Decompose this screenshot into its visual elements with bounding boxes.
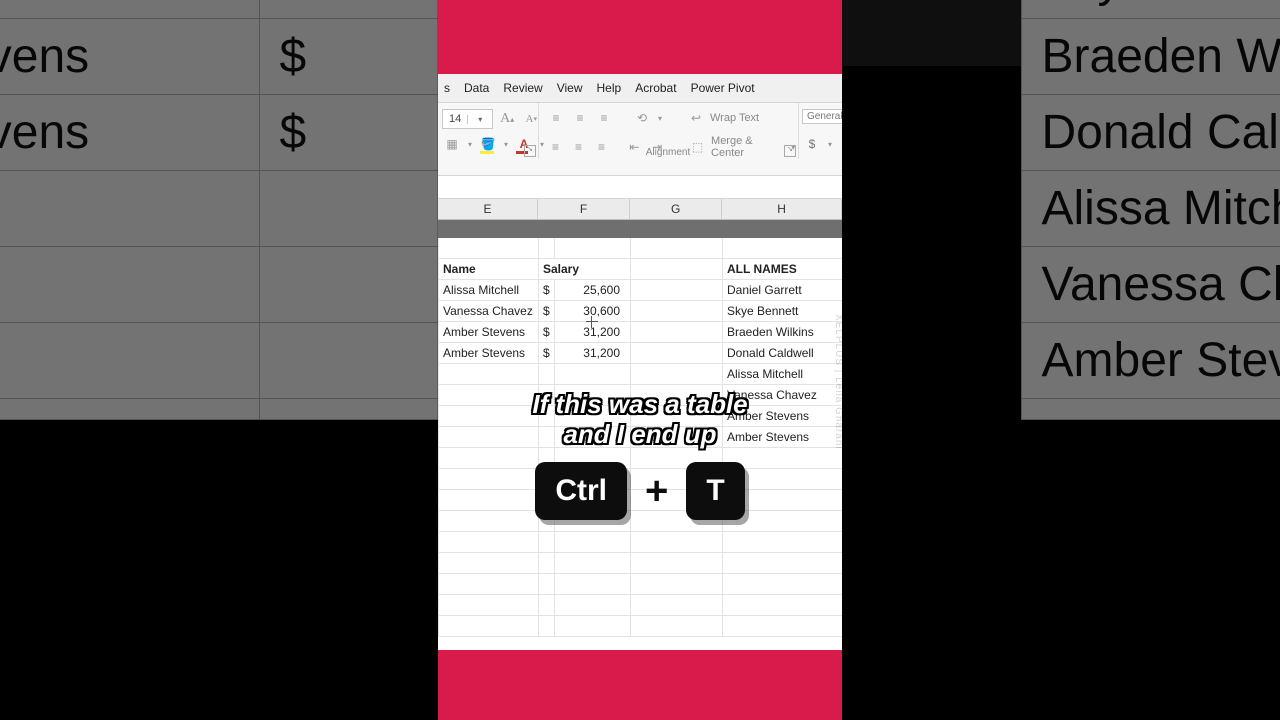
blank-row[interactable] bbox=[439, 532, 843, 553]
table-row[interactable]: Amber Stevens bbox=[439, 406, 843, 427]
cell-salary[interactable]: 31,200 bbox=[555, 322, 631, 343]
cell-allname[interactable]: Skye Bennett bbox=[723, 301, 843, 322]
spacer-row bbox=[439, 221, 843, 238]
blank-row[interactable] bbox=[439, 616, 843, 637]
tab-data[interactable]: Data bbox=[464, 81, 489, 95]
key-ctrl: Ctrl bbox=[535, 462, 627, 520]
cell-allname[interactable]: Braeden Wilkins bbox=[723, 322, 843, 343]
cell-salary[interactable]: 31,200 bbox=[555, 343, 631, 364]
align-middle-icon[interactable]: ≡ bbox=[570, 109, 590, 127]
alignment-group-label: Alignment bbox=[538, 147, 798, 158]
cell-name[interactable]: Vanessa Chavez bbox=[439, 301, 539, 322]
cell-head-name[interactable]: Name bbox=[439, 259, 539, 280]
table-row[interactable]: Amber Stevens $ 31,200 Braeden Wilkins bbox=[439, 322, 843, 343]
chevron-down-icon[interactable]: ▾ bbox=[502, 135, 510, 153]
chevron-down-icon[interactable]: ▾ bbox=[467, 115, 492, 124]
cell-currency[interactable]: $ bbox=[539, 280, 555, 301]
shortcut-display: Ctrl + T bbox=[438, 462, 842, 520]
wrap-text-label: Wrap Text bbox=[710, 112, 759, 124]
blank-row[interactable] bbox=[439, 238, 843, 259]
tab-review[interactable]: Review bbox=[503, 81, 542, 95]
align-top-icon[interactable]: ≡ bbox=[546, 109, 566, 127]
cell-head-salary[interactable]: Salary bbox=[539, 259, 631, 280]
formula-bar[interactable] bbox=[438, 176, 842, 199]
table-row[interactable]: Alissa Mitchell $ 25,600 Daniel Garrett bbox=[439, 280, 843, 301]
col-header-H[interactable]: H bbox=[722, 199, 842, 219]
table-row[interactable]: Vanessa Chavez bbox=[439, 385, 843, 406]
phone-crop: s Data Review View Help Acrobat Power Pi… bbox=[438, 0, 842, 720]
table-row[interactable]: Amber Stevens bbox=[439, 427, 843, 448]
col-header-E[interactable]: E bbox=[438, 199, 538, 219]
dialog-launcher-icon[interactable]: ↘ bbox=[784, 145, 796, 157]
cell-allname[interactable]: Daniel Garrett bbox=[723, 280, 843, 301]
header-row[interactable]: Name Salary ALL NAMES bbox=[439, 259, 843, 280]
chevron-down-icon[interactable]: ▾ bbox=[656, 109, 664, 127]
font-size-value: 14 bbox=[443, 113, 467, 125]
cell-head-allnames[interactable]: ALL NAMES bbox=[723, 259, 843, 280]
cell-name[interactable]: Alissa Mitchell bbox=[439, 280, 539, 301]
wrap-text-button[interactable]: ↩ Wrap Text bbox=[686, 109, 759, 127]
cell-allname[interactable]: Amber Stevens bbox=[723, 427, 843, 448]
ribbon: 14 ▾ A▴ A▾ ▦▾ 🪣▾ A▾ ↘ bbox=[438, 103, 842, 176]
cell-name[interactable]: Amber Stevens bbox=[439, 322, 539, 343]
table-row[interactable]: Vanessa Chavez $ 30,600 Skye Bennett bbox=[439, 301, 843, 322]
col-header-G[interactable]: G bbox=[630, 199, 722, 219]
blank-row[interactable] bbox=[439, 574, 843, 595]
chevron-down-icon[interactable]: ▾ bbox=[826, 135, 834, 153]
dialog-launcher-icon[interactable]: ↘ bbox=[524, 145, 536, 157]
col-header-F[interactable]: F bbox=[538, 199, 630, 219]
wrap-text-icon: ↩ bbox=[686, 109, 706, 127]
cell-salary[interactable]: 25,600 bbox=[555, 280, 631, 301]
key-t: T bbox=[686, 462, 744, 520]
blank-row[interactable] bbox=[439, 595, 843, 616]
column-headers: E F G H bbox=[438, 199, 842, 220]
grid[interactable]: Name Salary ALL NAMES Alissa Mitchell $ … bbox=[438, 220, 842, 637]
cell-currency[interactable]: $ bbox=[539, 322, 555, 343]
tab-help[interactable]: Help bbox=[597, 81, 622, 95]
watermark: XELPLUS | Leila Gharani bbox=[833, 314, 842, 450]
plus-icon: + bbox=[645, 469, 668, 514]
orientation-icon[interactable]: ⟲ bbox=[632, 109, 652, 127]
tab-formulas-partial[interactable]: s bbox=[444, 81, 450, 95]
number-format-box[interactable]: General bbox=[802, 109, 842, 124]
cell-allname[interactable]: Vanessa Chavez bbox=[723, 385, 843, 406]
chevron-down-icon[interactable]: ▾ bbox=[466, 135, 474, 153]
border-icon[interactable]: ▦ bbox=[442, 135, 462, 153]
increase-font-icon[interactable]: A▴ bbox=[497, 110, 517, 128]
tab-powerpivot[interactable]: Power Pivot bbox=[691, 81, 755, 95]
ribbon-tabs: s Data Review View Help Acrobat Power Pi… bbox=[438, 74, 842, 103]
align-bottom-icon[interactable]: ≡ bbox=[594, 109, 614, 127]
font-size-box[interactable]: 14 ▾ bbox=[442, 109, 493, 129]
table-row[interactable]: Amber Stevens $ 31,200 Donald Caldwell bbox=[439, 343, 843, 364]
tab-view[interactable]: View bbox=[557, 81, 583, 95]
fill-color-icon[interactable]: 🪣 bbox=[478, 135, 498, 153]
cell-name[interactable]: Amber Stevens bbox=[439, 343, 539, 364]
cell-currency[interactable]: $ bbox=[539, 301, 555, 322]
cell-salary[interactable]: 30,600 bbox=[555, 301, 631, 322]
blank-row[interactable] bbox=[439, 553, 843, 574]
accounting-format-icon[interactable]: $ bbox=[802, 135, 822, 153]
excel-window: s Data Review View Help Acrobat Power Pi… bbox=[438, 74, 842, 650]
cell-allname[interactable]: Amber Stevens bbox=[723, 406, 843, 427]
cell-blank[interactable] bbox=[631, 259, 723, 280]
cell-currency[interactable]: $ bbox=[539, 343, 555, 364]
cell-allname[interactable]: Alissa Mitchell bbox=[723, 364, 843, 385]
table-row[interactable]: Alissa Mitchell bbox=[439, 364, 843, 385]
tab-acrobat[interactable]: Acrobat bbox=[635, 81, 676, 95]
cell-allname[interactable]: Donald Caldwell bbox=[723, 343, 843, 364]
